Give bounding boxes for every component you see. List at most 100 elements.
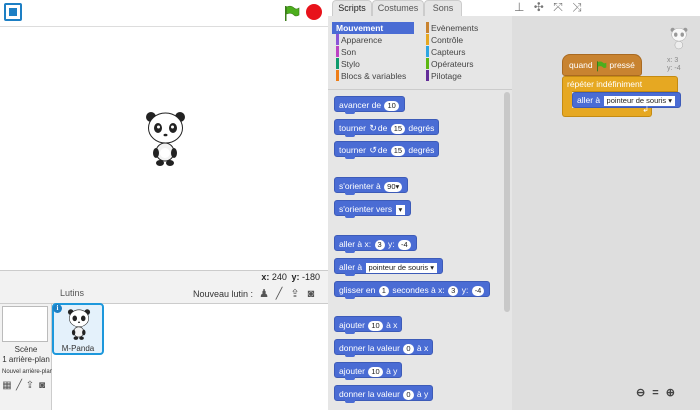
- sprite-position: x: 3 y: -4: [667, 57, 681, 73]
- tab-sounds[interactable]: Sons: [424, 0, 462, 16]
- block-move[interactable]: avancer de 10: [334, 96, 405, 114]
- paint-brush-icon[interactable]: ╱: [273, 288, 285, 300]
- block-point-towards-dropdown[interactable]: ▾: [395, 204, 406, 215]
- forever-block[interactable]: répéter indéfiniment: [562, 76, 678, 92]
- block-goto-xy-x-input[interactable]: 3: [374, 239, 385, 250]
- block-glide-text: glisser en: [339, 285, 376, 295]
- block-turn-right[interactable]: tourner ↻de 15 degrés: [334, 119, 440, 137]
- block-turn-right-unit: degrés: [408, 123, 435, 133]
- category-pilotage[interactable]: Pilotage: [422, 70, 508, 82]
- sprite-info-icon[interactable]: i: [53, 304, 62, 313]
- block-glide-y-input[interactable]: -4: [471, 285, 485, 296]
- category-events-label: Evènements: [431, 23, 479, 33]
- block-change-y-post: à y: [386, 366, 398, 376]
- stamp-icon[interactable]: ⊥: [514, 0, 524, 14]
- block-turn-left-unit: degrés: [408, 145, 435, 155]
- backdrop-library-icon[interactable]: ▦: [1, 380, 13, 392]
- when-flag-clicked-block[interactable]: quand pressé: [562, 54, 642, 76]
- scene-thumbnail[interactable]: [2, 306, 48, 342]
- coords-y-label: y:: [291, 272, 300, 282]
- palette-scrollbar[interactable]: [504, 92, 510, 312]
- shrink-icon[interactable]: ⤨: [572, 0, 582, 14]
- hat-block-pre: quand: [569, 60, 593, 70]
- block-change-x[interactable]: ajouter 10 à x: [334, 316, 403, 334]
- category-sound[interactable]: Son: [332, 46, 414, 58]
- block-glide[interactable]: glisser en 1 secondes à x: 3 y: -4: [334, 281, 491, 299]
- zoom-out-icon[interactable]: ⊖: [636, 387, 645, 399]
- script-goto-dropdown[interactable]: pointeur de souris ▾: [603, 95, 675, 106]
- grow-icon[interactable]: ⤧: [553, 0, 563, 14]
- backdrop-camera-icon[interactable]: ◙: [36, 380, 48, 392]
- category-operators[interactable]: Opérateurs: [422, 58, 508, 70]
- block-goto[interactable]: aller à pointeur de souris ▾: [334, 258, 443, 276]
- category-control-label: Contrôle: [431, 35, 464, 45]
- category-variables-label: Blocs & variables: [341, 71, 407, 81]
- forever-block-bottom: ↲: [562, 105, 652, 117]
- stop-icon[interactable]: [306, 4, 322, 20]
- tab-scripts[interactable]: Scripts: [332, 0, 372, 16]
- category-pen[interactable]: Stylo: [332, 58, 414, 70]
- camera-icon[interactable]: ◙: [305, 288, 317, 300]
- sprite-position-x: x: 3: [667, 57, 679, 64]
- category-motion[interactable]: Mouvement: [332, 22, 414, 34]
- block-set-x-text: donner la valeur: [339, 343, 400, 353]
- block-change-y-input[interactable]: 10: [368, 366, 383, 377]
- category-events[interactable]: Evènements: [422, 22, 508, 34]
- block-goto-xy-y-label: y:: [388, 239, 395, 249]
- category-looks[interactable]: Apparence: [332, 34, 414, 46]
- block-glide-y-label: y:: [461, 285, 469, 295]
- stage-header: [0, 0, 328, 24]
- block-point-direction[interactable]: s'orienter à 90▾: [334, 177, 409, 195]
- block-set-x-input[interactable]: 0: [403, 343, 414, 354]
- block-glide-x-input[interactable]: 3: [448, 285, 459, 296]
- block-set-y-post: à y: [416, 389, 429, 399]
- block-point-direction-text: s'orienter à: [339, 181, 381, 191]
- block-goto-xy-y-input[interactable]: -4: [398, 239, 411, 250]
- green-flag-icon[interactable]: [282, 4, 300, 22]
- block-turn-left-input[interactable]: 15: [390, 145, 406, 156]
- fullscreen-icon[interactable]: [4, 3, 22, 21]
- scene-backdrops-count: 1 arrière-plan: [2, 355, 50, 364]
- category-looks-label: Apparence: [341, 35, 383, 45]
- rotate-left-icon: ↺: [369, 145, 377, 155]
- script-goto-block[interactable]: aller à pointeur de souris ▾: [572, 92, 681, 108]
- block-change-y[interactable]: ajouter 10 à y: [334, 362, 403, 380]
- sprite-library-icon[interactable]: ♟: [258, 288, 270, 300]
- category-sensing-label: Capteurs: [431, 47, 466, 57]
- zoom-reset-icon[interactable]: =: [652, 387, 658, 399]
- upload-icon[interactable]: ⇪: [289, 288, 301, 300]
- coords-x-value: 240: [271, 272, 287, 282]
- block-turn-left[interactable]: tourner ↺de 15 degrés: [334, 141, 440, 159]
- block-set-y-input[interactable]: 0: [403, 389, 414, 400]
- script-goto-text: aller à: [577, 95, 601, 105]
- block-goto-xy-text: aller à x:: [339, 239, 372, 249]
- coords-y-value: -180: [301, 272, 320, 282]
- panda-thumbnail-icon: [67, 309, 91, 340]
- block-point-direction-input[interactable]: 90▾: [384, 181, 403, 192]
- scene-label: Scène 1 arrière-plan: [0, 345, 52, 365]
- forever-block-arm: [562, 91, 572, 109]
- cut-icon[interactable]: ✣: [534, 0, 544, 14]
- panda-sprite[interactable]: [143, 108, 188, 168]
- category-sensing[interactable]: Capteurs: [422, 46, 508, 58]
- category-motion-label: Mouvement: [336, 23, 384, 33]
- block-move-input[interactable]: 10: [384, 100, 399, 111]
- backdrop-upload-icon[interactable]: ⇪: [24, 380, 36, 392]
- category-control[interactable]: Contrôle: [422, 34, 508, 46]
- block-goto-dropdown[interactable]: pointeur de souris ▾: [365, 262, 437, 273]
- coords-x-label: x:: [261, 272, 270, 282]
- category-variables[interactable]: Blocs & variables: [332, 70, 414, 82]
- block-glide-secs-input[interactable]: 1: [378, 285, 389, 296]
- block-turn-right-input[interactable]: 15: [390, 123, 406, 134]
- block-point-towards[interactable]: s'orienter vers ▾: [334, 200, 412, 218]
- current-sprite-icon: [670, 27, 688, 50]
- block-change-x-input[interactable]: 10: [368, 320, 383, 331]
- tab-costumes[interactable]: Costumes: [372, 0, 424, 16]
- zoom-in-icon[interactable]: ⊕: [666, 387, 675, 399]
- sprite-name: M-Panda: [61, 344, 95, 353]
- block-goto-xy[interactable]: aller à x: 3 y: -4: [334, 235, 417, 253]
- block-set-x[interactable]: donner la valeur 0 à x: [334, 339, 434, 357]
- sprite-position-y: y: -4: [667, 65, 681, 72]
- category-panel: Mouvement Apparence Son Stylo Blocs & va…: [328, 16, 512, 90]
- block-set-y[interactable]: donner la valeur 0 à y: [334, 385, 434, 403]
